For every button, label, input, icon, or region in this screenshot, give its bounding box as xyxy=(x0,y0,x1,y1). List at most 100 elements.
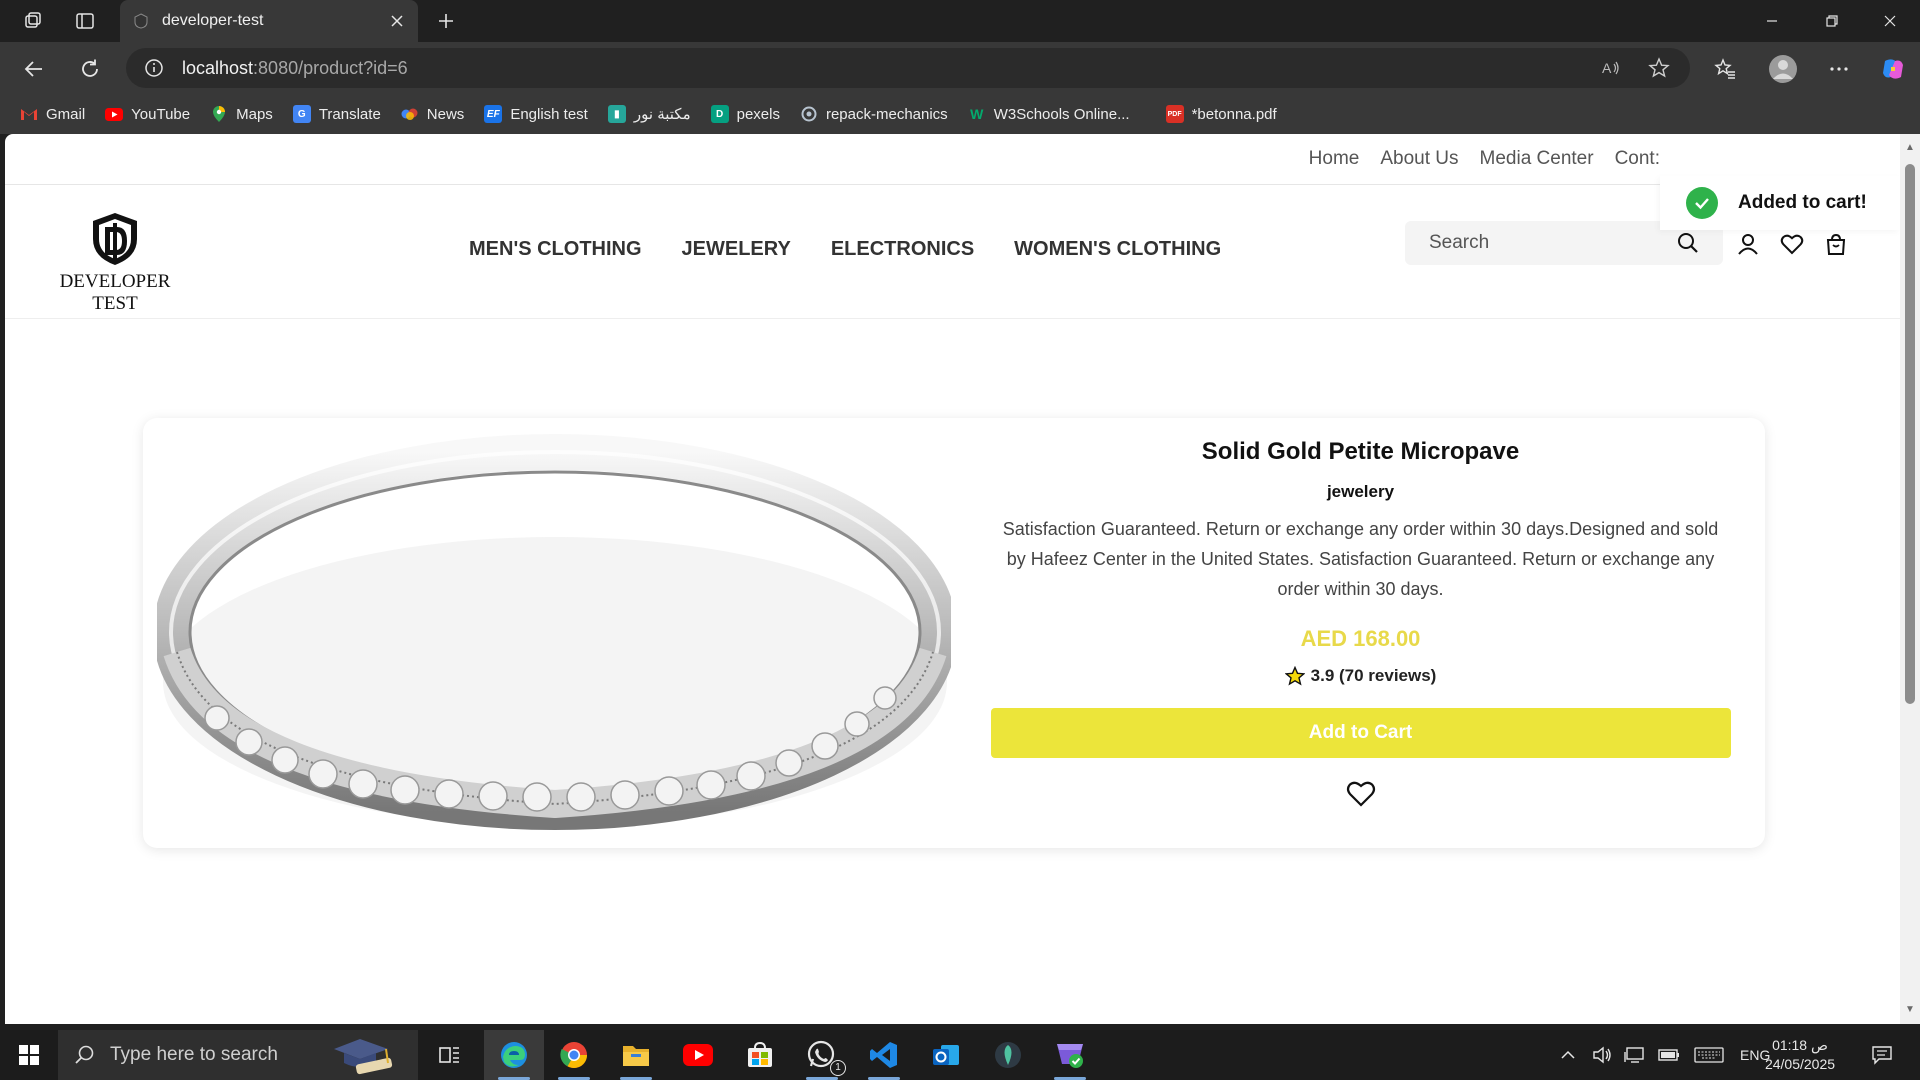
bookmark-noor-library[interactable]: ▮ مكتبة نور xyxy=(600,99,699,129)
product-wishlist-heart-icon[interactable] xyxy=(1344,776,1378,810)
wishlist-heart-icon[interactable] xyxy=(1777,229,1807,259)
top-link-contact[interactable]: Cont: xyxy=(1615,148,1660,170)
bookmark-label: *betonna.pdf xyxy=(1191,105,1277,123)
bookmark-pexels[interactable]: D pexels xyxy=(703,99,788,129)
search-icon[interactable] xyxy=(1677,232,1699,254)
system-tray: ENG xyxy=(1560,1030,1770,1080)
bookmark-repack-mechanics[interactable]: repack-mechanics xyxy=(792,99,956,129)
nav-electronics[interactable]: ELECTRONICS xyxy=(831,238,974,261)
reload-button[interactable] xyxy=(72,51,108,87)
user-account-icon[interactable] xyxy=(1733,229,1763,259)
notification-badge: 1 xyxy=(830,1060,846,1076)
windows-logo-icon xyxy=(19,1045,39,1065)
product-rating: 3.9 (70 reviews) xyxy=(988,666,1733,686)
main-nav: MEN'S CLOTHING JEWELERY ELECTRONICS WOME… xyxy=(469,238,1261,261)
security-app-taskbar-icon[interactable] xyxy=(1040,1030,1100,1080)
app-taskbar-icon[interactable] xyxy=(978,1030,1038,1080)
scroll-thumb[interactable] xyxy=(1905,164,1915,704)
volume-icon[interactable] xyxy=(1592,1046,1616,1064)
ring-image xyxy=(157,432,951,836)
product-description: Satisfaction Guaranteed. Return or excha… xyxy=(1002,519,1719,599)
bookmark-youtube[interactable]: YouTube xyxy=(97,99,198,129)
more-options-icon[interactable] xyxy=(1822,52,1856,86)
outlook-taskbar-icon[interactable] xyxy=(916,1030,976,1080)
top-link-media-center[interactable]: Media Center xyxy=(1480,148,1594,170)
add-to-cart-button[interactable]: Add to Cart xyxy=(990,708,1731,758)
taskbar-search-box[interactable]: Type here to search xyxy=(58,1030,418,1080)
nav-mens-clothing[interactable]: MEN'S CLOTHING xyxy=(469,238,642,261)
site-logo[interactable]: DEVELOPER TEST xyxy=(45,211,185,314)
network-icon[interactable] xyxy=(1624,1046,1650,1064)
start-button[interactable] xyxy=(0,1030,58,1080)
page-scrollbar[interactable]: ▲ ▼ xyxy=(1900,134,1920,1024)
back-button[interactable] xyxy=(16,51,52,87)
clock[interactable]: 01:18 ص 24/05/2025 xyxy=(1750,1036,1850,1074)
url-text[interactable]: localhost:8080/product?id=6 xyxy=(182,58,1578,79)
bookmark-label: English test xyxy=(510,105,588,123)
file-explorer-taskbar-icon[interactable] xyxy=(606,1030,666,1080)
youtube-taskbar-icon[interactable] xyxy=(668,1030,728,1080)
bookmark-label: Gmail xyxy=(46,105,86,123)
check-circle-icon xyxy=(1686,187,1718,219)
nav-jewelery[interactable]: JEWELERY xyxy=(682,238,791,261)
page-viewport: Home About Us Media Center Cont: DEVELOP… xyxy=(5,134,1900,1024)
microsoft-store-taskbar-icon[interactable] xyxy=(730,1030,790,1080)
bookmark-label: W3Schools Online... xyxy=(993,105,1130,123)
bookmark-translate[interactable]: G Translate xyxy=(285,99,389,129)
favorites-icon[interactable] xyxy=(1708,52,1742,86)
logo-text: DEVELOPER TEST xyxy=(59,271,171,314)
browser-tab-active[interactable]: developer-test xyxy=(120,0,418,42)
whatsapp-taskbar-icon[interactable]: 1 xyxy=(792,1030,852,1080)
scroll-down-arrow-icon[interactable]: ▼ xyxy=(1904,1004,1916,1016)
vscode-taskbar-icon[interactable] xyxy=(854,1030,914,1080)
taskbar-search-placeholder: Type here to search xyxy=(110,1044,278,1065)
minimize-button[interactable] xyxy=(1742,0,1802,42)
tab-actions-icon[interactable] xyxy=(70,6,100,36)
nav-womens-clothing[interactable]: WOMEN'S CLOTHING xyxy=(1014,238,1221,261)
bookmark-news[interactable]: News xyxy=(393,99,473,129)
product-card: Solid Gold Petite Micropave jewelery Sat… xyxy=(143,418,1765,848)
bookmark-w3schools[interactable]: W W3Schools Online... xyxy=(960,99,1138,129)
browser-toolbar: localhost:8080/product?id=6 A xyxy=(0,42,1920,94)
task-view-icon[interactable] xyxy=(420,1030,480,1080)
notifications-icon[interactable] xyxy=(1862,1030,1902,1080)
bookmark-gmail[interactable]: Gmail xyxy=(12,99,93,129)
top-link-home[interactable]: Home xyxy=(1309,148,1360,170)
translate-icon: G xyxy=(292,105,311,123)
restore-button[interactable] xyxy=(1802,0,1862,42)
tab-title: developer-test xyxy=(162,12,264,29)
battery-icon[interactable] xyxy=(1658,1048,1684,1062)
close-window-button[interactable] xyxy=(1860,0,1920,42)
workspaces-icon[interactable] xyxy=(18,6,48,36)
bookmark-label: News xyxy=(426,105,465,123)
product-title: Solid Gold Petite Micropave xyxy=(1201,438,1520,465)
close-tab-icon[interactable] xyxy=(388,12,406,30)
bookmark-english-test[interactable]: EF English test xyxy=(476,99,596,129)
new-tab-button[interactable] xyxy=(430,6,462,36)
read-aloud-icon[interactable]: A xyxy=(1596,53,1626,83)
show-hidden-icons-chevron-icon[interactable] xyxy=(1560,1050,1580,1060)
cart-bag-icon[interactable] xyxy=(1821,229,1851,259)
copilot-icon[interactable] xyxy=(1876,52,1910,86)
keyboard-icon[interactable] xyxy=(1694,1047,1728,1063)
taskbar-search-icon xyxy=(75,1045,94,1064)
library-icon: ▮ xyxy=(607,105,626,123)
search-placeholder: Search xyxy=(1429,232,1490,253)
bookmark-maps[interactable]: Maps xyxy=(202,99,281,129)
scroll-up-arrow-icon[interactable]: ▲ xyxy=(1904,142,1916,154)
news-icon xyxy=(401,105,419,123)
repack-icon xyxy=(800,105,818,123)
bookmark-betonna-pdf[interactable]: PDF *betonna.pdf xyxy=(1158,99,1285,129)
bookmark-label: مكتبة نور xyxy=(633,106,691,123)
edge-taskbar-icon[interactable] xyxy=(484,1030,544,1080)
bookmark-label: YouTube xyxy=(131,105,191,123)
maps-icon xyxy=(210,105,228,123)
top-link-about-us[interactable]: About Us xyxy=(1380,148,1458,170)
ef-icon: EF xyxy=(484,105,503,123)
chrome-taskbar-icon[interactable] xyxy=(544,1030,604,1080)
favorite-star-icon[interactable] xyxy=(1644,53,1674,83)
profile-avatar-icon[interactable] xyxy=(1766,52,1800,86)
address-bar[interactable]: localhost:8080/product?id=6 A xyxy=(126,48,1690,88)
product-category: jewelery xyxy=(1326,482,1395,501)
site-info-icon[interactable] xyxy=(142,56,166,80)
